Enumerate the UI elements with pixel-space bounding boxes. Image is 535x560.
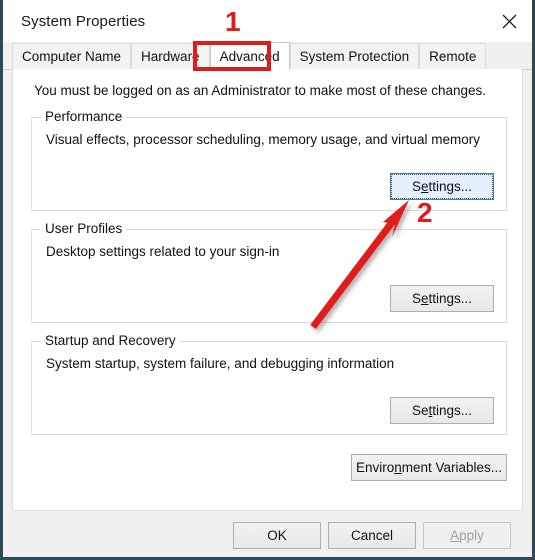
button-inner: Cancel	[329, 523, 415, 548]
tab-strip: Computer Name Hardware Advanced System P…	[3, 42, 532, 70]
group-description: System startup, system failure, and debu…	[46, 356, 395, 371]
button-label-post: ttings...	[428, 179, 473, 194]
tab-label: Computer Name	[22, 49, 122, 64]
button-inner: Settings...	[391, 174, 493, 199]
button-label-post: ment Variables...	[401, 460, 503, 475]
group-description: Visual effects, processor scheduling, me…	[46, 132, 480, 147]
tab-hardware[interactable]: Hardware	[131, 43, 210, 69]
button-inner: Enviro n ment Variables...	[352, 455, 506, 480]
tab-label: System Protection	[299, 49, 410, 64]
tab-page-advanced: You must be logged on as an Administrato…	[12, 69, 523, 511]
ok-button[interactable]: OK	[233, 522, 321, 549]
button-label-pre: Enviro	[355, 460, 395, 475]
group-startup-and-recovery: Startup and Recovery System startup, sys…	[31, 333, 507, 435]
performance-settings-button[interactable]: Se ttings...	[390, 173, 494, 200]
apply-button: Apply	[423, 522, 511, 549]
tab-label: Remote	[429, 49, 477, 64]
group-performance: Performance Visual effects, processor sc…	[31, 109, 507, 211]
button-label-accel: n	[394, 460, 402, 475]
window-title: System Properties	[21, 12, 146, 30]
tab-system-protection[interactable]: System Protection	[289, 43, 420, 69]
button-label-pre: S	[411, 291, 421, 306]
tab-remote[interactable]: Remote	[419, 43, 487, 69]
environment-variables-button[interactable]: Enviro n ment Variables...	[351, 454, 507, 481]
title-bar: System Properties	[3, 0, 532, 42]
tab-label: Hardware	[141, 49, 200, 64]
system-properties-dialog: System Properties Computer Name Hardware…	[0, 0, 535, 560]
button-label-post: pply	[459, 528, 484, 543]
group-legend: Performance	[41, 109, 127, 124]
button-label-accel: e	[420, 291, 429, 306]
button-label-pre: Se	[411, 403, 429, 418]
button-label: OK	[267, 528, 287, 543]
group-legend: User Profiles	[41, 221, 127, 236]
button-label-accel: e	[420, 179, 429, 194]
user-profiles-settings-button[interactable]: Se ttings...	[390, 285, 494, 312]
tab-computer-name[interactable]: Computer Name	[12, 43, 132, 69]
button-label: Cancel	[350, 528, 394, 543]
button-inner: Settings...	[391, 286, 493, 311]
cancel-button[interactable]: Cancel	[328, 522, 416, 549]
button-inner: Settings...	[391, 398, 493, 423]
button-label-pre: S	[411, 179, 421, 194]
button-label-accel: A	[450, 528, 460, 543]
startup-recovery-settings-button[interactable]: Se t tings...	[390, 397, 494, 424]
button-inner: Apply	[424, 523, 510, 548]
group-legend: Startup and Recovery	[41, 333, 180, 348]
tab-advanced[interactable]: Advanced	[209, 42, 290, 69]
group-user-profiles: User Profiles Desktop settings related t…	[31, 221, 507, 323]
close-icon[interactable]	[486, 0, 532, 42]
button-inner: OK	[234, 523, 320, 548]
admin-notice-text: You must be logged on as an Administrato…	[34, 83, 487, 98]
group-description: Desktop settings related to your sign-in	[46, 244, 280, 259]
button-label-post: tings...	[432, 403, 473, 418]
tab-label: Advanced	[219, 48, 280, 64]
button-label-post: ttings...	[428, 291, 473, 306]
